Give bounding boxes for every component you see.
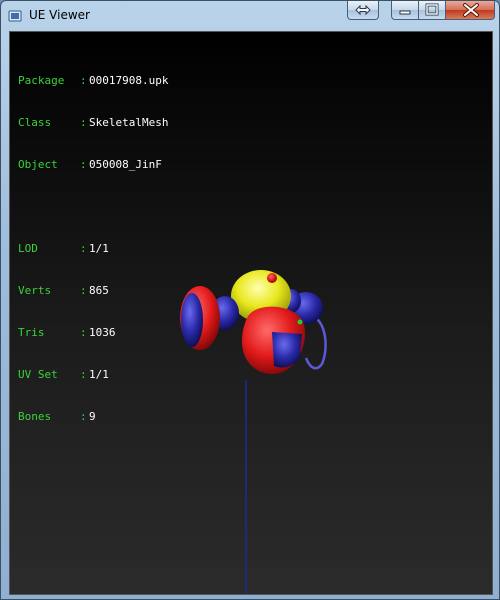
- close-button[interactable]: [445, 1, 495, 20]
- mesh-part-blue-left-face: [181, 293, 203, 347]
- minimize-icon: [399, 10, 411, 15]
- 3d-viewport[interactable]: Package:00017908.upk Class: SkeletalMesh …: [9, 31, 493, 595]
- maximize-icon: [425, 3, 439, 16]
- close-icon: [463, 3, 479, 17]
- skeletal-mesh-render: [180, 270, 327, 594]
- mesh-part-green-bone: [297, 319, 303, 325]
- window-title: UE Viewer: [29, 8, 90, 22]
- title-bar[interactable]: UE Viewer: [1, 1, 499, 31]
- resize-arrows-icon: [355, 4, 371, 16]
- mesh-part-red-knob: [267, 273, 277, 283]
- extra-caption-button[interactable]: [347, 1, 379, 20]
- mesh-body: [180, 270, 327, 374]
- app-window: UE Viewer Package: 00017908.upk Class:…: [0, 0, 500, 600]
- maximize-button[interactable]: [418, 1, 445, 20]
- minimize-button[interactable]: [391, 1, 418, 20]
- mesh-part-blue-right-face: [272, 332, 302, 368]
- caption-buttons: [391, 1, 495, 20]
- ue-viewer-icon: [8, 10, 22, 22]
